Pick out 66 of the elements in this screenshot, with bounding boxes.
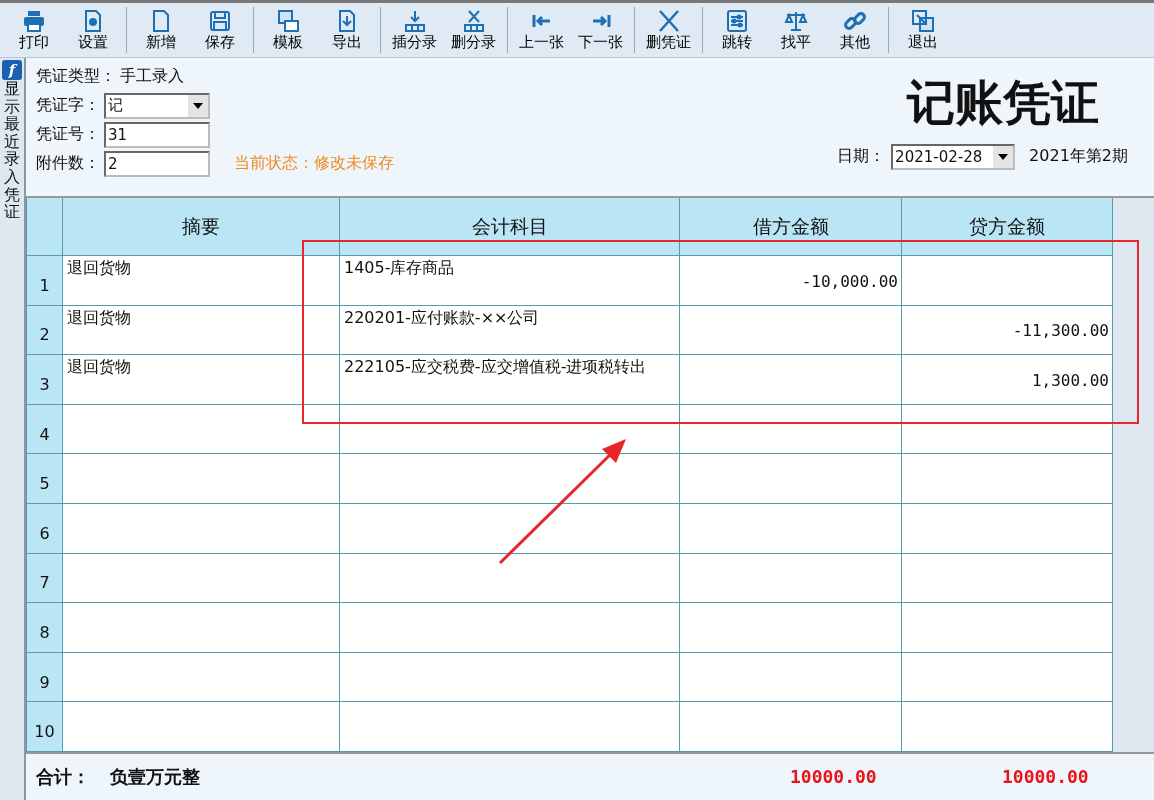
voucher-type-value: 手工录入 xyxy=(120,66,184,87)
date-label: 日期： xyxy=(837,146,886,167)
debit-total: 10000.00 xyxy=(790,766,877,788)
period-text: 2021年第2期 xyxy=(1029,146,1128,167)
row-number: 2 xyxy=(27,305,63,356)
column-header: 借方金额 xyxy=(680,198,902,256)
table-cell: 1405-库存商品 xyxy=(340,256,680,306)
input-field[interactable]: 2 xyxy=(104,150,210,177)
page-gear-button[interactable]: 设置 xyxy=(63,8,122,52)
table-cell: -10,000.00 xyxy=(680,256,902,306)
exit-icon xyxy=(910,8,935,33)
next-button[interactable]: 下一张 xyxy=(571,8,630,52)
status-text: 当前状态：修改未保存 xyxy=(234,153,394,174)
prev-button[interactable]: 上一张 xyxy=(512,8,571,52)
total-label: 合计： xyxy=(36,764,90,789)
row-number: 4 xyxy=(27,404,63,455)
floppy-icon xyxy=(207,8,232,33)
sliders-icon xyxy=(724,8,749,33)
table-cell: 退回货物 xyxy=(63,355,340,405)
delete-row-button[interactable]: 删分录 xyxy=(444,8,503,52)
page-button[interactable]: 新增 xyxy=(131,8,190,52)
link-button[interactable]: 其他 xyxy=(825,8,884,52)
row-number: 10 xyxy=(27,702,63,752)
column-header: 贷方金额 xyxy=(902,198,1113,256)
amount-in-words: 负壹万元整 xyxy=(110,764,200,789)
row-number: 7 xyxy=(27,553,63,604)
insert-icon xyxy=(402,8,427,33)
date-dropdown[interactable]: 2021-02-28 xyxy=(891,143,1016,170)
window-icon xyxy=(275,8,300,33)
column-header: 会计科目 xyxy=(340,198,680,256)
recent-vouchers-panel[interactable]: f 显示最近录入凭证 xyxy=(0,58,26,800)
table-cell: -11,300.00 xyxy=(902,305,1113,356)
row-number: 3 xyxy=(27,355,63,405)
exit-button[interactable]: 退出 xyxy=(893,8,952,52)
cross-icon xyxy=(656,8,681,33)
logo-icon: f xyxy=(2,60,22,80)
input-field[interactable]: 31 xyxy=(104,121,210,148)
row-number: 6 xyxy=(27,503,63,554)
field-label: 凭证号： xyxy=(36,124,100,145)
row-number: 9 xyxy=(27,652,63,703)
sliders-button[interactable]: 跳转 xyxy=(707,8,766,52)
voucher-type-label: 凭证类型： xyxy=(36,66,116,87)
voucher-title: 记账凭证 xyxy=(906,73,1099,132)
printer-button[interactable]: 打印 xyxy=(4,8,63,52)
insert-button[interactable]: 插分录 xyxy=(385,8,444,52)
floppy-button[interactable]: 保存 xyxy=(190,8,249,52)
side-panel-label: 显示最近录入凭证 xyxy=(4,80,20,221)
table-cell: 1,300.00 xyxy=(902,355,1113,405)
row-number: 5 xyxy=(27,454,63,504)
download-button[interactable]: 导出 xyxy=(317,8,376,52)
column-header: 摘要 xyxy=(63,198,340,256)
field-label: 凭证字： xyxy=(36,95,100,116)
row-number: 8 xyxy=(27,603,63,653)
table-cell: 退回货物 xyxy=(63,256,340,306)
table-cell: 220201-应付账款-××公司 xyxy=(340,305,680,356)
table-cell: 退回货物 xyxy=(63,305,340,356)
scale-button[interactable]: 找平 xyxy=(766,8,825,52)
cross-button[interactable]: 删凭证 xyxy=(639,8,698,52)
printer-icon xyxy=(21,8,46,33)
window-button[interactable]: 模板 xyxy=(258,8,317,52)
delete-row-icon xyxy=(461,8,486,33)
credit-total: 10000.00 xyxy=(1002,766,1089,788)
table-cell: 222105-应交税费-应交增值税-进项税转出 xyxy=(340,355,680,405)
voucher-word-dropdown[interactable]: 记 xyxy=(104,92,210,119)
field-label: 附件数： xyxy=(36,153,100,174)
row-number: 1 xyxy=(27,256,63,306)
